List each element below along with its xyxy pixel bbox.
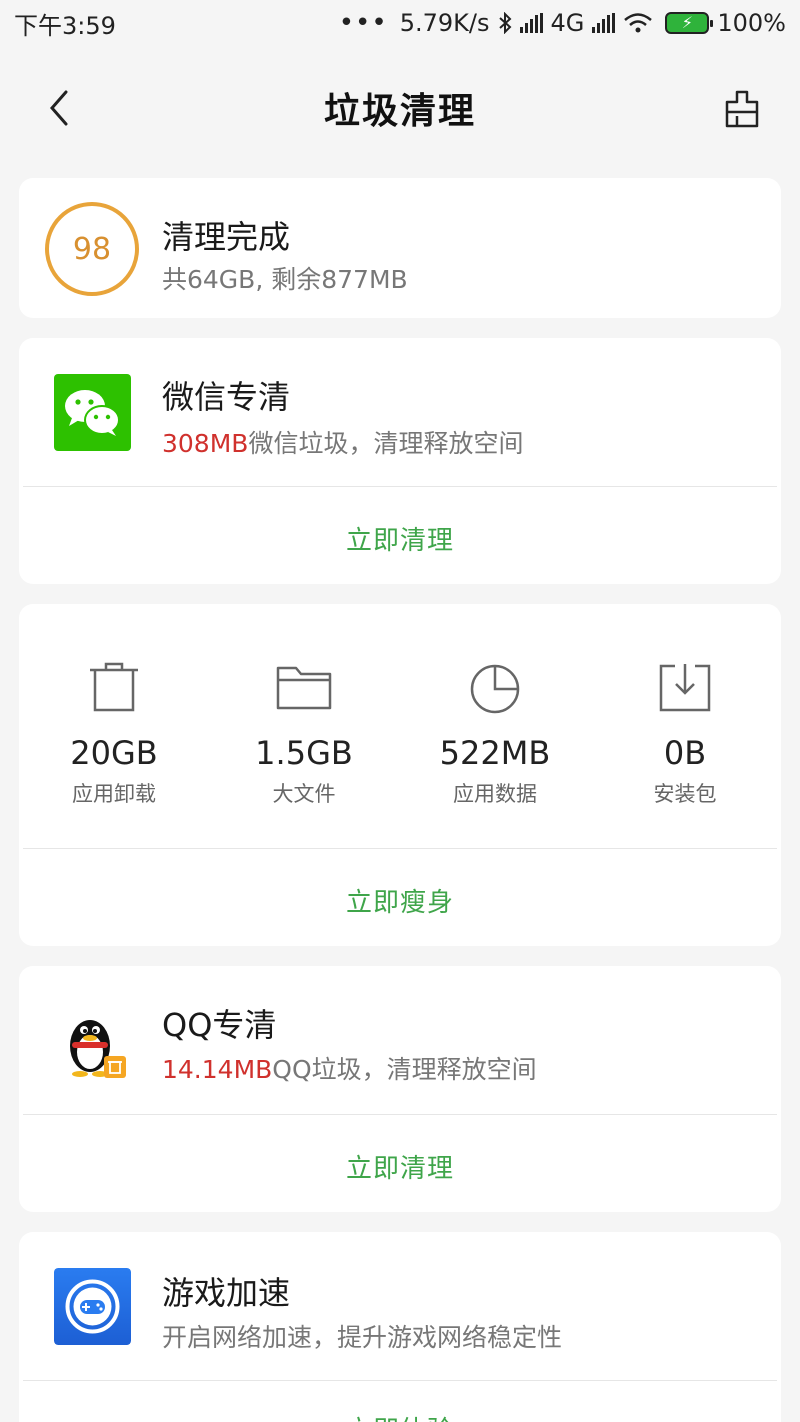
stat-large-files[interactable]: 1.5GB 大文件 bbox=[209, 660, 399, 808]
folder-icon bbox=[276, 666, 332, 710]
cleaning-brush-icon[interactable] bbox=[722, 88, 762, 130]
qq-desc-text: QQ垃圾，清理释放空间 bbox=[272, 1055, 537, 1084]
stat-value: 0B bbox=[663, 734, 707, 772]
storage-info: 共64GB, 剩余877MB bbox=[162, 265, 408, 294]
qq-junk-size: 14.14MB bbox=[162, 1055, 273, 1084]
notification-dots: ••• bbox=[338, 8, 388, 38]
battery-level: 100% bbox=[717, 9, 786, 37]
game-boost-button[interactable]: 立即体验 bbox=[19, 1410, 781, 1422]
stat-label: 应用卸载 bbox=[72, 782, 156, 806]
wechat-title: 微信专清 bbox=[162, 378, 291, 416]
game-desc: 开启网络加速，提升游戏网络稳定性 bbox=[162, 1323, 563, 1352]
stat-value: 1.5GB bbox=[255, 734, 353, 772]
stat-label: 安装包 bbox=[653, 782, 717, 806]
wifi-icon bbox=[624, 13, 653, 33]
qq-clean-card[interactable]: QQ专清 14.14MBQQ垃圾，清理释放空间 立即清理 bbox=[19, 966, 781, 1212]
wechat-clean-card[interactable]: 微信专清 308MB微信垃圾，清理释放空间 立即清理 bbox=[19, 338, 781, 584]
divider bbox=[23, 1114, 777, 1115]
back-arrow-icon[interactable] bbox=[40, 86, 80, 130]
wechat-junk-size: 308MB bbox=[162, 429, 249, 458]
status-time: 下午3:59 bbox=[14, 11, 116, 40]
stat-label: 大文件 bbox=[272, 782, 336, 806]
battery-icon: ⚡ bbox=[665, 12, 714, 34]
network-speed: 5.79K/s bbox=[399, 9, 490, 37]
qq-penguin-icon bbox=[70, 1020, 126, 1078]
signal-icon-2 bbox=[592, 13, 616, 33]
game-title: 游戏加速 bbox=[162, 1274, 291, 1312]
network-type: 4G bbox=[550, 9, 585, 37]
health-score: 98 bbox=[45, 202, 139, 296]
qq-title: QQ专清 bbox=[162, 1006, 277, 1044]
divider bbox=[23, 1380, 777, 1381]
wechat-desc: 308MB微信垃圾，清理释放空间 bbox=[162, 424, 523, 460]
signal-icon bbox=[519, 13, 543, 33]
stat-label: 应用数据 bbox=[453, 782, 537, 806]
nav-bar: 垃圾清理 bbox=[0, 60, 800, 156]
trash-icon bbox=[90, 662, 138, 712]
stat-app-uninstall[interactable]: 20GB 应用卸载 bbox=[19, 660, 209, 808]
game-boost-card[interactable]: 游戏加速 开启网络加速，提升游戏网络稳定性 立即体验 bbox=[19, 1232, 781, 1422]
wechat-icon bbox=[54, 374, 131, 451]
wechat-clean-button[interactable]: 立即清理 bbox=[19, 520, 781, 557]
status-icons: ••• 5.79K/s 4G ⚡ 100% bbox=[339, 8, 786, 38]
stat-install-packages[interactable]: 0B 安装包 bbox=[590, 660, 780, 808]
qq-desc: 14.14MBQQ垃圾，清理释放空间 bbox=[162, 1050, 537, 1086]
status-bar: 下午3:59 ••• 5.79K/s 4G ⚡ 100% bbox=[0, 0, 800, 46]
bluetooth-icon bbox=[498, 12, 511, 34]
qq-clean-button[interactable]: 立即清理 bbox=[19, 1148, 781, 1185]
storage-stats: 20GB 应用卸载 1.5GB 大文件 522MB 应用数据 0B 安装包 bbox=[19, 660, 781, 860]
stat-value: 20GB bbox=[70, 734, 158, 772]
game-controller-icon bbox=[54, 1268, 131, 1345]
slim-down-button[interactable]: 立即瘦身 bbox=[19, 882, 781, 919]
page-title: 垃圾清理 bbox=[323, 91, 476, 132]
divider bbox=[23, 848, 777, 849]
stat-value: 522MB bbox=[439, 734, 551, 772]
storage-slim-card: 20GB 应用卸载 1.5GB 大文件 522MB 应用数据 0B 安装包 立即… bbox=[19, 604, 781, 946]
pie-chart-icon bbox=[470, 664, 520, 714]
cleanup-summary-card: 98 清理完成 共64GB, 剩余877MB bbox=[19, 178, 781, 318]
summary-title: 清理完成 bbox=[162, 218, 291, 256]
stat-app-data[interactable]: 522MB 应用数据 bbox=[400, 660, 590, 808]
download-box-icon bbox=[659, 664, 711, 712]
divider bbox=[23, 486, 777, 487]
wechat-desc-text: 微信垃圾，清理释放空间 bbox=[248, 429, 524, 458]
